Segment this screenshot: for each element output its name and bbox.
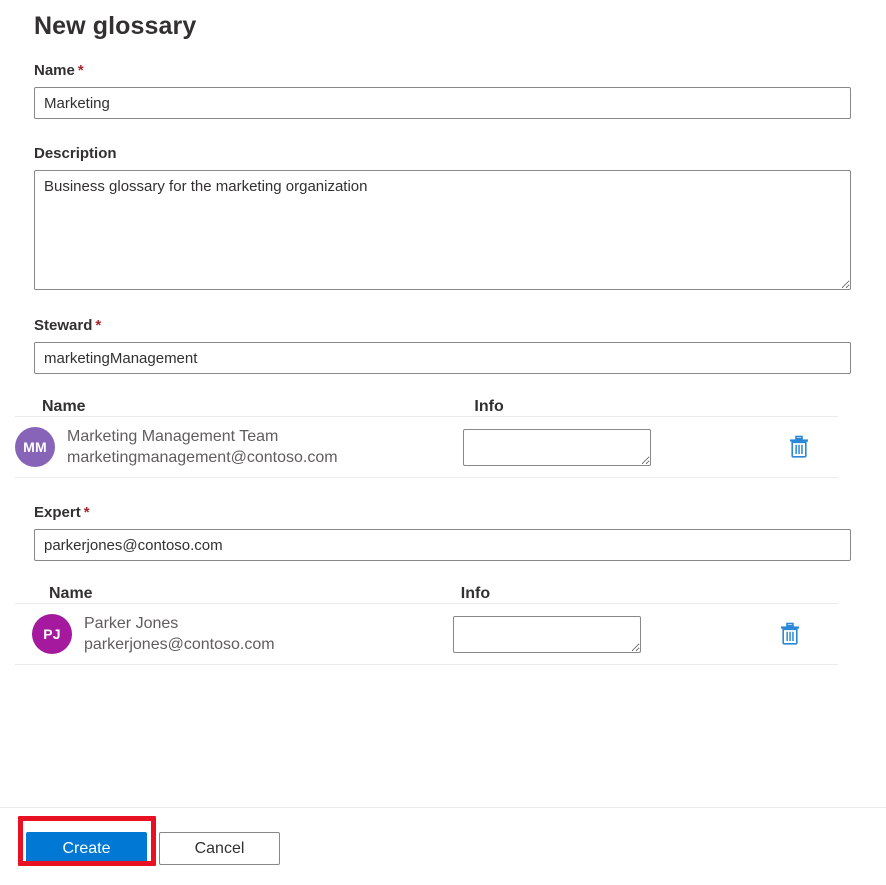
steward-row-actions: [718, 435, 838, 459]
expert-required-asterisk: *: [81, 504, 90, 521]
spacer: [0, 290, 886, 317]
steward-label-text: Steward: [34, 317, 92, 334]
expert-label: Expert*: [34, 504, 886, 529]
expert-people-table: Name Info PJ Parker Jones parkerjones@co…: [15, 571, 838, 665]
avatar: PJ: [32, 614, 72, 654]
steward-table-header: Name Info: [15, 384, 838, 416]
table-row: MM Marketing Management Team marketingma…: [15, 416, 838, 478]
new-glossary-panel: New glossary Name* Description Steward* …: [0, 0, 886, 885]
table-row: PJ Parker Jones parkerjones@contoso.com: [15, 603, 838, 665]
steward-delete-button[interactable]: [788, 435, 810, 459]
trash-icon: [788, 447, 810, 462]
field-description: Description: [0, 145, 886, 290]
expert-person-name: Parker Jones: [84, 613, 275, 634]
field-name: Name*: [0, 62, 886, 119]
expert-row-info: [431, 616, 718, 653]
name-input[interactable]: [34, 87, 851, 119]
expert-col-header-name: Name: [32, 585, 439, 603]
cancel-button[interactable]: Cancel: [159, 832, 280, 865]
steward-required-asterisk: *: [92, 317, 101, 334]
steward-info-input[interactable]: [463, 429, 651, 466]
footer-action-bar: Create Cancel: [0, 807, 886, 885]
steward-col-header-name: Name: [42, 398, 442, 416]
steward-person-text: Marketing Management Team marketingmanag…: [67, 426, 338, 468]
expert-delete-button[interactable]: [779, 622, 801, 646]
spacer: [0, 119, 886, 145]
steward-people-table: Name Info MM Marketing Management Team m…: [15, 384, 838, 478]
expert-row-person: PJ Parker Jones parkerjones@contoso.com: [15, 613, 431, 655]
expert-input[interactable]: [34, 529, 851, 561]
expert-label-text: Expert: [34, 504, 81, 521]
name-label-text: Name: [34, 62, 75, 79]
description-label: Description: [34, 145, 886, 170]
avatar: MM: [15, 427, 55, 467]
expert-info-input[interactable]: [453, 616, 641, 653]
steward-row-person: MM Marketing Management Team marketingma…: [15, 426, 431, 468]
steward-person-name: Marketing Management Team: [67, 426, 338, 447]
steward-col-header-info: Info: [442, 398, 720, 416]
steward-row-info: [431, 429, 719, 466]
description-textarea[interactable]: [34, 170, 851, 290]
create-button[interactable]: Create: [26, 832, 147, 865]
expert-person-text: Parker Jones parkerjones@contoso.com: [84, 613, 275, 655]
name-required-asterisk: *: [75, 62, 84, 79]
expert-row-actions: [719, 622, 838, 646]
steward-label: Steward*: [34, 317, 886, 342]
steward-input[interactable]: [34, 342, 851, 374]
expert-table-header: Name Info: [15, 571, 838, 603]
field-steward: Steward*: [0, 317, 886, 374]
spacer: [0, 478, 886, 504]
expert-person-email: parkerjones@contoso.com: [84, 634, 275, 655]
name-label: Name*: [34, 62, 886, 87]
page-title: New glossary: [34, 10, 196, 42]
trash-icon: [779, 634, 801, 649]
field-expert: Expert*: [0, 504, 886, 561]
steward-person-email: marketingmanagement@contoso.com: [67, 447, 338, 468]
glossary-form: Name* Description Steward* Name Info MM: [0, 62, 886, 665]
expert-col-header-info: Info: [439, 585, 720, 603]
